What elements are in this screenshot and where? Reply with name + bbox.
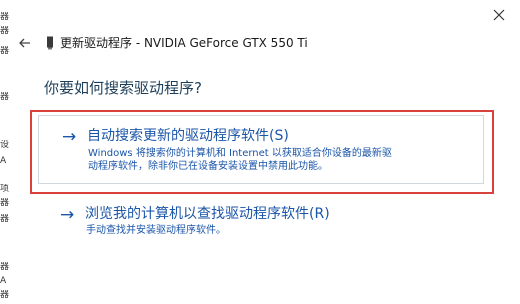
bg-text: 器 xyxy=(0,262,10,272)
bg-text: 器 xyxy=(0,198,10,208)
browse-computer-title: 浏览我的计算机以查找驱动程序软件(R) xyxy=(85,206,330,222)
bg-text: A xyxy=(0,156,7,166)
back-button[interactable] xyxy=(16,34,34,52)
close-button[interactable] xyxy=(484,4,514,26)
right-arrow-icon: → xyxy=(62,127,77,147)
page-heading: 你要如何搜索驱动程序? xyxy=(44,79,202,97)
bg-text: 器 xyxy=(0,92,10,102)
bg-text: 器 xyxy=(0,214,10,224)
close-icon xyxy=(493,9,505,21)
bg-text: 器 xyxy=(0,46,10,56)
bg-text: 器 xyxy=(0,290,10,300)
right-arrow-icon: → xyxy=(60,205,75,225)
dialog-title: 更新驱动程序 - NVIDIA GeForce GTX 550 Ti xyxy=(60,36,308,50)
bg-text: 器 xyxy=(0,12,10,22)
bg-text: 项 xyxy=(0,184,10,194)
auto-search-description: 动程序软件，除非你已在设备安装设置中禁用此功能。 xyxy=(88,161,328,172)
browse-computer-option[interactable]: → 浏览我的计算机以查找驱动程序软件(R) 手动查找并安装驱动程序软件。 xyxy=(30,205,494,249)
auto-search-description: Windows 将搜索你的计算机和 Internet 以获取适合你设备的最新驱 xyxy=(88,148,392,159)
bg-text: A xyxy=(0,276,7,286)
update-driver-dialog: 更新驱动程序 - NVIDIA GeForce GTX 550 Ti 你要如何搜… xyxy=(12,0,520,304)
browse-computer-description: 手动查找并安装驱动程序软件。 xyxy=(86,225,226,236)
back-arrow-icon xyxy=(19,38,30,48)
bg-text: 器 xyxy=(0,26,10,36)
auto-search-option[interactable]: → 自动搜索更新的驱动程序软件(S) Windows 将搜索你的计算机和 Int… xyxy=(30,110,494,194)
auto-search-title: 自动搜索更新的驱动程序软件(S) xyxy=(87,128,289,144)
bg-text: 设 xyxy=(0,140,10,150)
device-icon xyxy=(47,36,53,50)
